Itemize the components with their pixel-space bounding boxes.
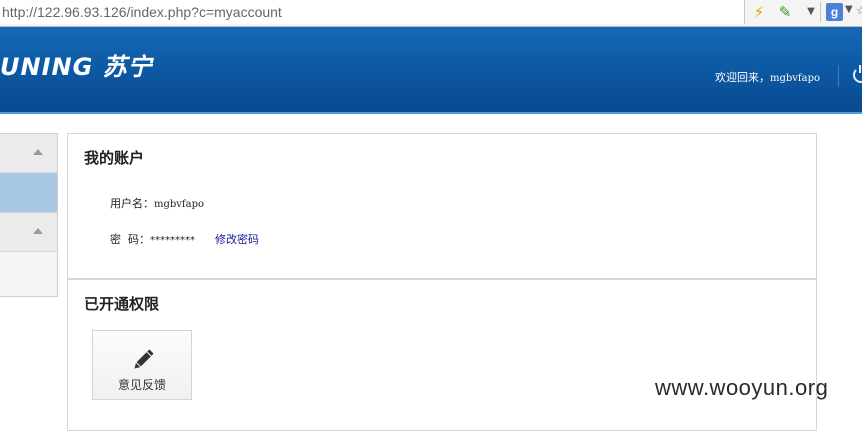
search-field-edge[interactable]: ☆	[856, 4, 862, 17]
account-panel: 我的账户 用户名：mgbvfapo 密 码：********* 修改密码	[67, 133, 817, 279]
power-icon[interactable]	[853, 65, 862, 83]
welcome-message: 欢迎回来，mgbvfapo	[715, 69, 820, 85]
site-logo[interactable]: UNING 苏宁	[0, 47, 153, 82]
collapse-arrow-icon[interactable]	[33, 149, 43, 155]
pencil-icon	[134, 349, 154, 369]
header-divider	[838, 65, 839, 87]
sidebar-item-active[interactable]	[0, 173, 57, 212]
chevron-down-icon[interactable]: ▼	[800, 2, 822, 22]
site-header: UNING 苏宁 欢迎回来，mgbvfapo	[0, 27, 862, 114]
search-engine-dropdown-icon[interactable]: ▼	[845, 4, 853, 15]
sidebar	[0, 133, 58, 297]
password-label: 密 码：	[110, 233, 150, 246]
password-value: *********	[150, 235, 195, 246]
permissions-panel: 已开通权限 意见反馈	[67, 279, 817, 431]
toolbar-divider	[820, 2, 821, 22]
change-password-link[interactable]: 修改密码	[215, 233, 259, 246]
welcome-prefix: 欢迎回来，	[715, 71, 770, 84]
sidebar-section-2[interactable]	[0, 212, 57, 252]
collapse-arrow-icon[interactable]	[33, 228, 43, 234]
watermark: www.wooyun.org	[655, 375, 829, 400]
pin-icon[interactable]: ✎	[774, 2, 796, 22]
header-username: mgbvfapo	[770, 73, 821, 84]
account-title: 我的账户	[84, 149, 145, 167]
username-row: 用户名：mgbvfapo	[110, 195, 204, 211]
feedback-label: 意见反馈	[117, 378, 166, 392]
username-label: 用户名：	[110, 197, 154, 210]
password-row: 密 码：********* 修改密码	[110, 231, 259, 247]
username-value: mgbvfapo	[154, 199, 205, 210]
browser-address-bar: http://122.96.93.126/index.php?c=myaccou…	[0, 0, 862, 27]
lightning-icon[interactable]: ⚡	[748, 2, 770, 22]
google-search-icon[interactable]: g	[826, 3, 843, 21]
permissions-title: 已开通权限	[84, 295, 160, 313]
sidebar-section-1[interactable]	[0, 134, 57, 173]
url-input[interactable]: http://122.96.93.126/index.php?c=myaccou…	[0, 0, 745, 24]
feedback-tile[interactable]: 意见反馈	[92, 330, 192, 400]
